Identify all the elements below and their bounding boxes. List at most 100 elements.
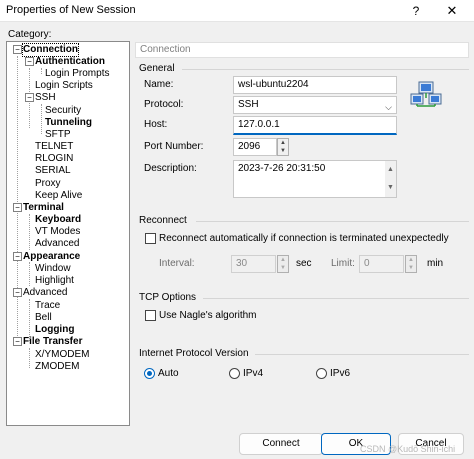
tree-item-connection[interactable]: Connection bbox=[22, 43, 79, 57]
tree-item-bell[interactable]: Bell bbox=[35, 312, 52, 324]
nagle-checkbox[interactable] bbox=[145, 310, 156, 321]
window-title: Properties of New Session bbox=[6, 4, 136, 16]
scroll-down-icon[interactable]: ▼ bbox=[385, 180, 396, 196]
interval-stepper[interactable]: ▲ ▼ bbox=[277, 255, 289, 273]
interval-field[interactable]: 30 bbox=[231, 255, 276, 273]
spin-up-icon[interactable]: ▲ bbox=[406, 256, 416, 264]
expander-advanced[interactable]: − bbox=[13, 288, 22, 297]
tree-line bbox=[41, 68, 42, 74]
tree-item-terminal-advanced[interactable]: Advanced bbox=[35, 238, 79, 250]
expander-connection[interactable]: − bbox=[13, 45, 22, 54]
tree-item-sftp[interactable]: SFTP bbox=[45, 129, 71, 141]
tree-item-proxy[interactable]: Proxy bbox=[35, 178, 61, 190]
tree-line bbox=[41, 104, 42, 134]
tree-line bbox=[29, 214, 30, 250]
ip-auto-label[interactable]: Auto bbox=[158, 368, 179, 379]
ip-v4-label[interactable]: IPv4 bbox=[243, 368, 263, 379]
tree-item-rlogin[interactable]: RLOGIN bbox=[35, 153, 73, 165]
name-label: Name: bbox=[144, 79, 174, 90]
limit-field[interactable]: 0 bbox=[359, 255, 404, 273]
tree-item-highlight[interactable]: Highlight bbox=[35, 275, 74, 287]
scroll-up-icon[interactable]: ▲ bbox=[385, 162, 396, 178]
limit-unit: min bbox=[427, 258, 444, 269]
ip-v6-radio[interactable] bbox=[316, 368, 327, 379]
tree-line bbox=[29, 299, 30, 341]
title-bar: Properties of New Session ? ✕ bbox=[0, 0, 474, 22]
connect-button[interactable]: Connect bbox=[239, 433, 323, 455]
tree-item-tunneling[interactable]: Tunneling bbox=[45, 117, 92, 129]
protocol-select[interactable]: SSH ⌵ bbox=[233, 96, 397, 114]
ip-group-divider bbox=[255, 354, 469, 355]
category-label: Category: bbox=[8, 29, 52, 40]
category-tree[interactable]: − Connection − Authentication Login Prom… bbox=[6, 41, 130, 426]
expander-terminal[interactable]: − bbox=[13, 203, 22, 212]
panel-header: Connection bbox=[135, 42, 469, 58]
tree-item-vt-modes[interactable]: VT Modes bbox=[35, 226, 80, 238]
interval-label: Interval: bbox=[159, 258, 195, 269]
spin-down-icon[interactable]: ▼ bbox=[278, 264, 288, 272]
network-computers-icon bbox=[410, 80, 442, 110]
limit-label: Limit: bbox=[331, 258, 355, 269]
tree-item-serial[interactable]: SERIAL bbox=[35, 165, 71, 177]
spin-up-icon[interactable]: ▲ bbox=[278, 139, 288, 147]
tree-item-security[interactable]: Security bbox=[45, 105, 81, 117]
port-field[interactable]: 2096 bbox=[233, 138, 277, 156]
tree-item-keep-alive[interactable]: Keep Alive bbox=[35, 190, 82, 202]
expander-authentication[interactable]: − bbox=[25, 57, 34, 66]
spin-up-icon[interactable]: ▲ bbox=[278, 256, 288, 264]
tree-item-zmodem[interactable]: ZMODEM bbox=[35, 361, 79, 373]
tree-item-keyboard[interactable]: Keyboard bbox=[35, 214, 81, 226]
tcp-group-divider bbox=[203, 298, 469, 299]
spin-down-icon[interactable]: ▼ bbox=[406, 264, 416, 272]
watermark-text: CSDN @Kudō Shin-ichi bbox=[360, 444, 456, 454]
host-label: Host: bbox=[144, 119, 168, 130]
tree-item-ssh[interactable]: SSH bbox=[35, 92, 56, 104]
tree-item-login-scripts[interactable]: Login Scripts bbox=[35, 80, 93, 92]
description-value: 2023-7-26 20:31:50 bbox=[238, 163, 326, 174]
tree-item-appearance[interactable]: Appearance bbox=[23, 251, 80, 263]
tree-item-login-prompts[interactable]: Login Prompts bbox=[45, 68, 109, 80]
port-stepper[interactable]: ▲ ▼ bbox=[277, 138, 289, 156]
auto-reconnect-checkbox[interactable] bbox=[145, 233, 156, 244]
expander-file-transfer[interactable]: − bbox=[13, 337, 22, 346]
tree-item-telnet[interactable]: TELNET bbox=[35, 141, 73, 153]
general-group-divider bbox=[182, 69, 469, 70]
expander-appearance[interactable]: − bbox=[13, 252, 22, 261]
spin-down-icon[interactable]: ▼ bbox=[278, 147, 288, 155]
host-field[interactable]: 127.0.0.1 bbox=[233, 116, 397, 135]
ip-v6-label[interactable]: IPv6 bbox=[330, 368, 350, 379]
protocol-value: SSH bbox=[238, 99, 259, 110]
help-button[interactable]: ? bbox=[406, 2, 426, 20]
tree-line bbox=[29, 348, 30, 368]
tree-item-authentication[interactable]: Authentication bbox=[35, 56, 105, 68]
interval-unit: sec bbox=[296, 258, 312, 269]
protocol-label: Protocol: bbox=[144, 99, 184, 110]
ip-auto-radio[interactable] bbox=[144, 368, 155, 379]
ip-group-title: Internet Protocol Version bbox=[139, 348, 249, 359]
tree-item-xymodem[interactable]: X/YMODEM bbox=[35, 349, 89, 361]
auto-reconnect-label[interactable]: Reconnect automatically if connection is… bbox=[159, 233, 449, 244]
port-label: Port Number: bbox=[144, 141, 204, 152]
tree-item-advanced[interactable]: Advanced bbox=[23, 287, 67, 299]
tree-item-terminal[interactable]: Terminal bbox=[23, 202, 64, 214]
tree-item-window[interactable]: Window bbox=[35, 263, 71, 275]
ip-v4-radio[interactable] bbox=[229, 368, 240, 379]
description-label: Description: bbox=[144, 163, 197, 174]
description-field[interactable]: 2023-7-26 20:31:50 ▲ ▼ bbox=[233, 160, 397, 198]
tcp-group-title: TCP Options bbox=[139, 292, 197, 303]
limit-stepper[interactable]: ▲ ▼ bbox=[405, 255, 417, 273]
reconnect-group-title: Reconnect bbox=[139, 215, 187, 226]
tree-line bbox=[29, 262, 30, 286]
tree-item-file-transfer[interactable]: File Transfer bbox=[23, 336, 82, 348]
close-button[interactable]: ✕ bbox=[438, 2, 466, 20]
tree-line bbox=[17, 56, 18, 342]
tree-item-logging[interactable]: Logging bbox=[35, 324, 74, 336]
nagle-label[interactable]: Use Nagle's algorithm bbox=[159, 310, 257, 321]
general-group-title: General bbox=[139, 63, 175, 74]
expander-ssh[interactable]: − bbox=[25, 93, 34, 102]
reconnect-group-divider bbox=[196, 221, 469, 222]
description-scrollbar[interactable]: ▲ ▼ bbox=[385, 161, 396, 197]
name-field[interactable]: wsl-ubuntu2204 bbox=[233, 76, 397, 94]
chevron-down-icon: ⌵ bbox=[385, 102, 392, 112]
tree-item-trace[interactable]: Trace bbox=[35, 300, 60, 312]
